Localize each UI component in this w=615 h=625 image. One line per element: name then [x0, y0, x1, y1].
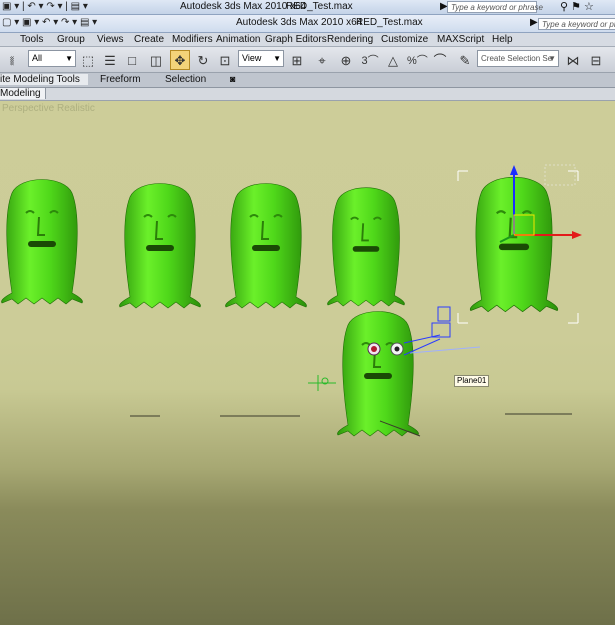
menu-bar: Tools Group Views Create Modifiers Anima…	[0, 33, 615, 47]
scene-svg	[0, 164, 582, 437]
menu-modifiers[interactable]: Modifiers	[172, 34, 213, 45]
quick-access-toolbar-2[interactable]: ▢ ▾ ▣ ▾ ↶ ▾ ↷ ▾ ▤ ▾	[2, 17, 97, 28]
tab-graphite-modeling-tools[interactable]: ite Modeling Tools	[0, 74, 88, 85]
chevron-down-icon: ▼	[65, 54, 73, 63]
ghost-model-4[interactable]	[326, 186, 406, 307]
app-title-2: Autodesk 3ds Max 2010 x64	[236, 17, 363, 28]
mirror-icon[interactable]: ⋈	[563, 50, 583, 70]
spinner-snap-icon[interactable]: ⌒	[430, 50, 450, 70]
menu-tools[interactable]: Tools	[20, 34, 43, 45]
search-input[interactable]: Type a keyword or phrase	[447, 1, 543, 13]
ghost-model-center[interactable]	[336, 310, 420, 437]
file-name: RED_Test.max	[286, 1, 353, 12]
reference-coord-value: View	[242, 53, 262, 63]
align-icon[interactable]: ⊟	[586, 50, 606, 70]
angle-snap-icon[interactable]: △	[383, 50, 403, 70]
point-helper[interactable]	[308, 375, 336, 391]
binoculars-icon[interactable]: ⚲ ⚑ ☆	[560, 0, 594, 13]
quick-access-toolbar[interactable]: ▣ ▾ | ↶ ▾ ↷ ▾ | ▤ ▾	[2, 1, 88, 12]
move-icon[interactable]: ✥	[170, 50, 190, 70]
camera-helper[interactable]	[403, 306, 481, 356]
search-input-2[interactable]: Type a keyword or phrase	[538, 18, 615, 30]
select-object-icon[interactable]: ⬚	[78, 50, 98, 70]
rotate-icon[interactable]: ↻	[193, 50, 213, 70]
search-expand-icon-2[interactable]: ▶	[530, 17, 538, 28]
file-name-2: RED_Test.max	[356, 17, 423, 28]
select-manipulate-icon[interactable]: ⌖	[312, 50, 332, 70]
main-toolbar: ⧛ All ▼ ⬚ ☰ □ ◫ ✥ ↻ ⊡ View ▼ ⊞ ⌖ ⊕ 3⌒ △ %⌒…	[0, 47, 615, 73]
ghost-model-2[interactable]	[118, 182, 202, 309]
edit-named-selection-icon[interactable]: ✎	[455, 50, 475, 70]
ghost-model-1[interactable]	[0, 178, 84, 305]
menu-maxscript[interactable]: MAXScript	[437, 34, 484, 45]
menu-create[interactable]: Create	[134, 34, 164, 45]
menu-customize[interactable]: Customize	[381, 34, 428, 45]
snap-toggle-icon[interactable]: 3⌒	[360, 50, 380, 70]
percent-snap-icon[interactable]: %⌒	[406, 50, 428, 70]
named-selection-set-value: Create Selection Se	[481, 54, 553, 63]
link-icon[interactable]: ⧛	[2, 50, 22, 70]
subtab-modeling[interactable]: Modeling	[0, 88, 46, 99]
tab-selection[interactable]: Selection	[165, 74, 206, 85]
window-crossing-icon[interactable]: ◫	[146, 50, 166, 70]
snap-toggle-label: 3	[361, 55, 368, 67]
title-bar-secondary: ▢ ▾ ▣ ▾ ↶ ▾ ↷ ▾ ▤ ▾ Autodesk 3ds Max 201…	[0, 15, 615, 33]
menu-group[interactable]: Group	[57, 34, 85, 45]
rectangular-region-icon[interactable]: □	[122, 50, 142, 70]
chevron-down-icon: ▼	[548, 54, 556, 63]
reference-coord-dropdown[interactable]: View ▼	[238, 50, 284, 67]
tab-freeform[interactable]: Freeform	[100, 74, 141, 85]
select-by-name-icon[interactable]: ☰	[100, 50, 120, 70]
pivot-center-icon[interactable]: ⊞	[287, 50, 307, 70]
named-selection-set-dropdown[interactable]: Create Selection Se ▼	[477, 50, 559, 67]
selection-filter-value: All	[32, 53, 43, 63]
menu-rendering[interactable]: Rendering	[327, 34, 373, 45]
title-bar: ▣ ▾ | ↶ ▾ ↷ ▾ | ▤ ▾ Autodesk 3ds Max 201…	[0, 0, 615, 15]
object-name-tooltip: Plane01	[454, 375, 490, 387]
selection-filter-dropdown[interactable]: All ▼	[28, 50, 76, 67]
ribbon-panel: Modeling	[0, 88, 615, 101]
ghost-model-3[interactable]	[224, 182, 308, 309]
menu-help[interactable]: Help	[492, 34, 513, 45]
menu-animation[interactable]: Animation	[216, 34, 260, 45]
ribbon-options-icon[interactable]: ◙	[230, 74, 235, 84]
chevron-down-icon: ▼	[273, 54, 281, 63]
keyboard-shortcut-icon[interactable]: ⊕	[336, 50, 356, 70]
viewport-perspective[interactable]: Perspective Realistic Plane01	[0, 101, 615, 625]
ribbon-tabs: ite Modeling Tools Freeform Selection ◙	[0, 73, 615, 88]
menu-views[interactable]: Views	[97, 34, 124, 45]
menu-graph-editors[interactable]: Graph Editors	[265, 34, 327, 45]
scale-icon[interactable]: ⊡	[215, 50, 235, 70]
